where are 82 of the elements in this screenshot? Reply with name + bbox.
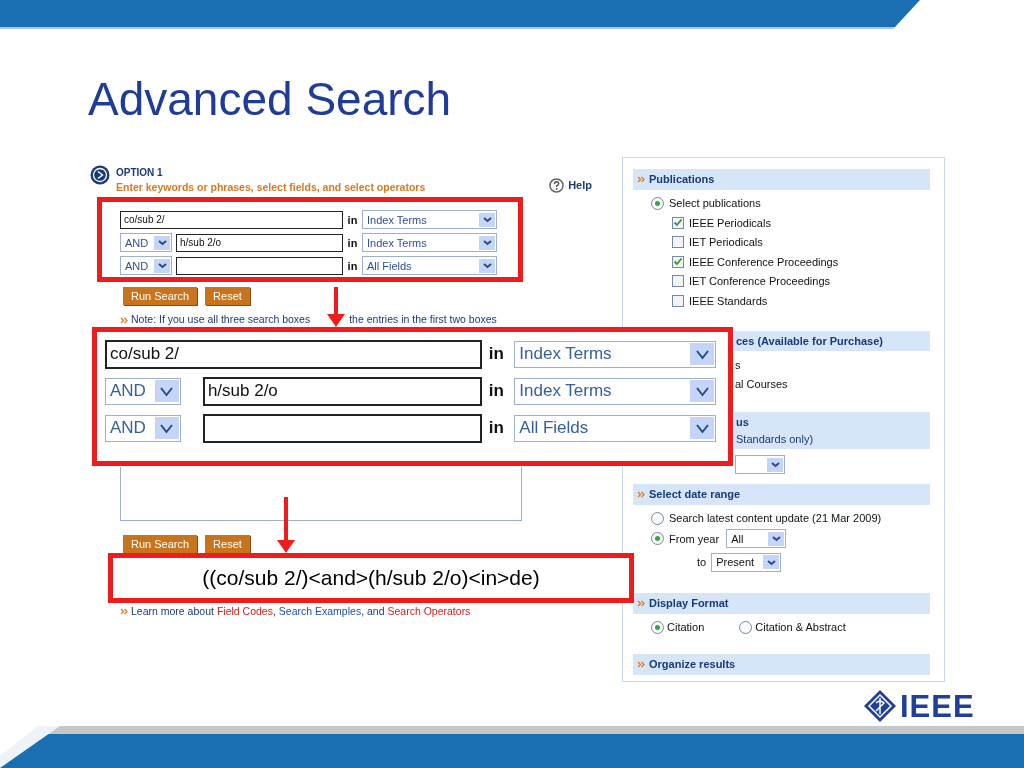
double-chevron-icon bbox=[120, 316, 128, 324]
operator-select[interactable]: AND bbox=[105, 377, 181, 405]
radio-button[interactable] bbox=[651, 620, 664, 634]
search-input[interactable]: co/sub 2/ bbox=[120, 210, 343, 229]
in-label: in bbox=[346, 258, 359, 274]
option-label: Citation bbox=[667, 620, 705, 635]
help-link[interactable]: Help bbox=[549, 177, 592, 194]
double-chevron-icon bbox=[637, 660, 645, 668]
learn-more-text: Learn more about bbox=[131, 603, 214, 619]
instruction-text: Enter keywords or phrases, select fields, and select operators bbox=[116, 180, 426, 195]
checkmark-icon bbox=[673, 218, 683, 228]
option-label: Citation & Abstract bbox=[755, 620, 846, 635]
note-text: Note: If you use all three search boxes bbox=[131, 312, 311, 328]
reset-button[interactable]: Reset bbox=[205, 535, 250, 554]
field-select[interactable]: Index Terms bbox=[514, 340, 716, 368]
query-text: ((co/sub 2/)<and>(h/sub 2/o)<in>de) bbox=[202, 565, 540, 592]
operator-select[interactable]: AND bbox=[105, 414, 181, 442]
in-label: in bbox=[487, 417, 505, 440]
learn-more-text: , bbox=[272, 603, 276, 619]
dropdown-select[interactable] bbox=[735, 455, 785, 474]
option-label: OPTION 1 bbox=[116, 166, 164, 180]
double-chevron-icon bbox=[637, 175, 645, 183]
operator-select[interactable]: AND bbox=[120, 233, 172, 253]
checkbox[interactable] bbox=[672, 236, 684, 249]
option-label: IEEE Conference Proceedings bbox=[689, 254, 839, 270]
double-chevron-icon bbox=[637, 599, 645, 607]
checkmark-icon bbox=[673, 257, 683, 267]
section-header[interactable]: Publications bbox=[633, 169, 930, 190]
to-label: to bbox=[697, 555, 707, 570]
slide-title: Advanced Search bbox=[87, 72, 453, 124]
search-input[interactable]: co/sub 2/ bbox=[105, 339, 483, 369]
double-chevron-icon bbox=[637, 490, 645, 498]
run-search-button[interactable]: Run Search bbox=[123, 535, 198, 554]
help-link[interactable]: Search Operators bbox=[387, 603, 471, 620]
radio-button[interactable] bbox=[651, 196, 664, 210]
in-label: in bbox=[487, 343, 505, 366]
search-input[interactable] bbox=[202, 413, 483, 443]
option-label: IET Periodicals bbox=[689, 235, 763, 250]
arrow-circle-icon bbox=[90, 165, 110, 185]
option-label: Select publications bbox=[669, 196, 761, 211]
diamond-logo-icon bbox=[863, 689, 897, 723]
in-label: in bbox=[487, 380, 505, 403]
radio-button[interactable] bbox=[651, 532, 664, 546]
checkbox[interactable] bbox=[672, 216, 684, 229]
option-label: al Courses bbox=[735, 377, 788, 392]
field-select[interactable]: All Fields bbox=[514, 414, 716, 442]
search-input[interactable] bbox=[176, 256, 343, 275]
option-label: From year bbox=[669, 531, 720, 547]
checkbox[interactable] bbox=[672, 255, 684, 268]
field-select[interactable]: Index Terms bbox=[514, 377, 716, 405]
year-select[interactable]: All bbox=[726, 529, 787, 549]
year-select[interactable]: Present bbox=[711, 552, 782, 572]
help-icon bbox=[549, 177, 565, 193]
field-select[interactable]: All Fields bbox=[362, 256, 497, 276]
section-header[interactable]: Select date range bbox=[633, 484, 930, 505]
checkbox[interactable] bbox=[672, 275, 684, 288]
checkbox[interactable] bbox=[672, 294, 684, 307]
section-header[interactable]: ces (Available for Purchase) bbox=[734, 330, 930, 351]
in-label: in bbox=[346, 212, 359, 228]
field-select[interactable]: Index Terms bbox=[362, 233, 497, 253]
section-header[interactable]: Display Format bbox=[633, 593, 930, 614]
field-select[interactable]: Index Terms bbox=[362, 210, 497, 230]
double-chevron-icon bbox=[120, 607, 128, 615]
option-label: IEEE Periodicals bbox=[689, 215, 771, 231]
run-search-button[interactable]: Run Search bbox=[123, 286, 198, 306]
option-label: s bbox=[735, 357, 741, 373]
logo-text: IEEE bbox=[900, 690, 975, 722]
radio-button[interactable] bbox=[651, 511, 664, 525]
radio-button[interactable] bbox=[739, 620, 753, 634]
operator-select[interactable]: AND bbox=[120, 256, 172, 276]
in-label: in bbox=[346, 235, 359, 251]
help-link[interactable]: Field Codes bbox=[216, 603, 273, 620]
learn-more-text: , and bbox=[361, 603, 385, 619]
search-input[interactable]: h/sub 2/o bbox=[202, 376, 483, 406]
search-input[interactable]: h/sub 2/o bbox=[176, 233, 343, 252]
option-label: Search latest content update (21 Mar 2009) bbox=[669, 511, 882, 526]
note-text: the entries in the first two boxes bbox=[349, 312, 497, 328]
option-label: IET Conference Proceedings bbox=[689, 274, 831, 289]
option-label: IEEE Standards bbox=[689, 293, 768, 309]
reset-button[interactable]: Reset bbox=[205, 286, 250, 306]
section-header[interactable]: Organize results bbox=[633, 654, 930, 675]
section-header[interactable]: us Standards only) bbox=[734, 412, 930, 449]
